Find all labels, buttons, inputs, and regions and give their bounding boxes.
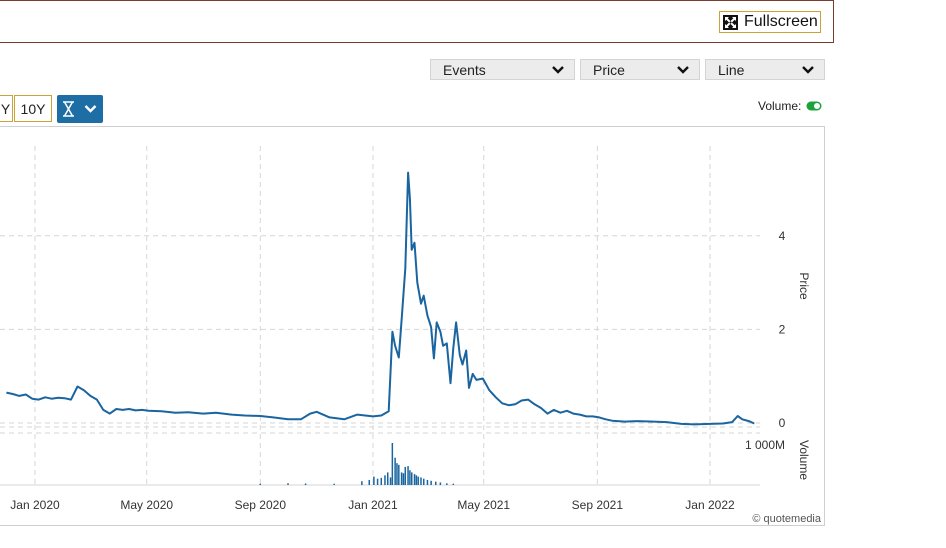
x-tick-label: Sep 2021 bbox=[572, 498, 624, 512]
volume-bar bbox=[420, 477, 422, 485]
volume-axis-label: Volume bbox=[797, 440, 811, 480]
volume-bar bbox=[404, 466, 407, 485]
x-tick-label: Jan 2022 bbox=[685, 498, 735, 512]
x-tick-label: Sep 2020 bbox=[235, 498, 287, 512]
y-tick-label: 0 bbox=[779, 416, 786, 430]
volume-bar bbox=[333, 483, 335, 485]
y-tick-label: 2 bbox=[779, 322, 786, 336]
volume-bar bbox=[384, 475, 386, 485]
x-tick-label: Jan 2021 bbox=[348, 498, 398, 512]
price-chart[interactable]: 0 2 4 Jan 2020 May 2020 Sep 2020 Jan 2021 May … bbox=[0, 0, 946, 548]
volume-bar bbox=[391, 443, 394, 485]
volume-bar bbox=[417, 476, 419, 485]
volume-axis-tick: 1 000M bbox=[745, 438, 785, 452]
volume-bar bbox=[413, 474, 416, 485]
x-tick-label: May 2021 bbox=[457, 498, 510, 512]
volume-bar bbox=[422, 478, 425, 485]
volume-bar bbox=[439, 482, 442, 485]
volume-bar bbox=[373, 476, 375, 485]
chart-grid bbox=[0, 146, 760, 486]
volume-bar bbox=[435, 481, 437, 485]
price-line bbox=[6, 171, 755, 426]
volume-bar bbox=[446, 483, 448, 485]
volume-bar bbox=[398, 464, 400, 485]
y-tick-label: 4 bbox=[779, 229, 786, 243]
volume-bar bbox=[415, 475, 418, 485]
date-axis: Jan 2020 May 2020 Sep 2020 Jan 2021 May 2021… bbox=[10, 498, 735, 512]
volume-bar bbox=[400, 472, 403, 485]
volume-bar bbox=[376, 478, 379, 485]
volume-bar bbox=[409, 470, 411, 485]
volume-bar bbox=[287, 483, 289, 485]
volume-bar bbox=[259, 483, 262, 485]
volume-bar bbox=[361, 481, 363, 485]
volume-bar bbox=[368, 479, 371, 485]
volume-bar bbox=[402, 473, 405, 485]
volume-bar bbox=[407, 466, 409, 485]
volume-bar bbox=[426, 479, 429, 485]
volume-bar bbox=[452, 483, 455, 485]
x-tick-label: Jan 2020 bbox=[10, 498, 60, 512]
x-tick-label: May 2020 bbox=[120, 498, 173, 512]
price-axis-label: Price bbox=[797, 272, 811, 300]
volume-bar bbox=[386, 472, 389, 485]
volume-bars bbox=[259, 443, 455, 485]
volume-bar bbox=[410, 472, 413, 485]
volume-bar bbox=[389, 477, 392, 485]
volume-bar bbox=[394, 457, 396, 485]
price-axis: 0 2 4 bbox=[779, 229, 786, 430]
volume-bar bbox=[396, 463, 398, 485]
chart-credit: © quotemedia bbox=[752, 513, 822, 525]
volume-bar bbox=[430, 480, 432, 485]
volume-bar bbox=[304, 483, 307, 485]
volume-bar bbox=[380, 477, 383, 485]
